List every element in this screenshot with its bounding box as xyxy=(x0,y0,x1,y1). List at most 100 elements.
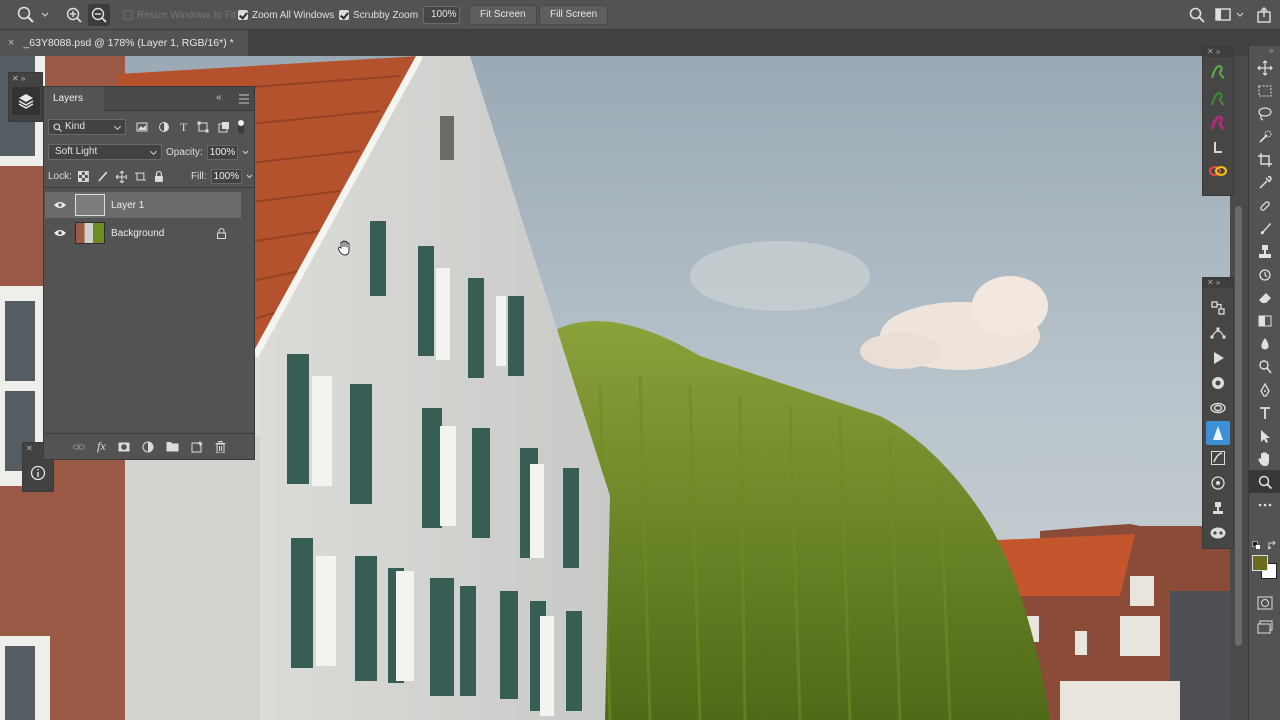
document-title: _63Y8088.psd @ 178% (Layer 1, RGB/16*) * xyxy=(23,37,234,49)
panel-grip[interactable]: ✕ » xyxy=(1203,278,1233,288)
tool-move[interactable] xyxy=(1249,56,1280,79)
filter-pixel-icon[interactable] xyxy=(136,121,148,133)
zoom-out-button[interactable] xyxy=(88,0,110,30)
tool-healing-brush[interactable] xyxy=(1249,194,1280,217)
tool-path-select[interactable] xyxy=(1249,424,1280,447)
share-button[interactable] xyxy=(1256,0,1272,30)
layers-tab[interactable]: Layers xyxy=(44,87,104,111)
add-mask-icon[interactable] xyxy=(118,441,130,453)
zoom-in-button[interactable] xyxy=(64,0,84,30)
resize-windows-checkbox[interactable]: Resize Windows to Fit xyxy=(123,10,236,21)
move-icon xyxy=(1257,59,1273,76)
properties-panel-button[interactable] xyxy=(1206,421,1230,445)
color-swatches xyxy=(1249,541,1280,586)
tool-clone-stamp[interactable] xyxy=(1249,240,1280,263)
fit-screen-button[interactable]: Fit Screen xyxy=(469,5,537,25)
tool-dodge[interactable] xyxy=(1249,355,1280,378)
info-panel-toggle[interactable] xyxy=(26,461,50,485)
tool-eraser[interactable] xyxy=(1249,286,1280,309)
layer-filter-row: Kind T xyxy=(44,116,254,138)
tool-crop[interactable] xyxy=(1249,148,1280,171)
screen-mode-icon[interactable] xyxy=(1257,620,1273,634)
search-button[interactable] xyxy=(1188,0,1206,30)
foreground-color-swatch[interactable] xyxy=(1252,555,1268,571)
filter-shape-icon[interactable] xyxy=(197,121,209,133)
layer-row-background[interactable]: Background xyxy=(45,220,241,246)
close-tab-icon[interactable]: × xyxy=(8,37,14,49)
link-layers-icon[interactable] xyxy=(73,441,85,453)
panel-menu-icon[interactable] xyxy=(238,94,250,104)
lock-transparent-icon[interactable] xyxy=(77,171,89,182)
scrubby-zoom-checkbox[interactable]: Scrubby Zoom xyxy=(339,10,418,21)
clone-source-button[interactable] xyxy=(1206,496,1230,520)
actions-panel-button[interactable] xyxy=(1206,346,1230,370)
lock-artboard-icon[interactable] xyxy=(135,171,147,182)
libraries-panel-button[interactable] xyxy=(1206,296,1230,320)
channels-panel-button[interactable] xyxy=(1206,396,1230,420)
options-bar: Resize Windows to Fit Zoom All Windows S… xyxy=(0,0,1280,30)
chevron-down-icon[interactable] xyxy=(241,148,250,157)
blend-mode-select[interactable]: Soft Light xyxy=(48,144,162,160)
fill-field[interactable]: 100% xyxy=(210,169,243,184)
layer-row-layer-1[interactable]: Layer 1 xyxy=(45,192,241,218)
chevron-down-icon[interactable] xyxy=(245,172,254,181)
lock-position-icon[interactable] xyxy=(115,170,128,183)
paths-panel-button[interactable] xyxy=(1206,321,1230,345)
zoom-percent-field[interactable]: 100% xyxy=(423,6,460,24)
tool-quick-select[interactable] xyxy=(1249,125,1280,148)
tool-lasso[interactable] xyxy=(1249,102,1280,125)
opacity-field[interactable]: 100% xyxy=(206,144,239,160)
adjustment-layer-icon[interactable] xyxy=(142,441,154,453)
marquee-icon xyxy=(1258,85,1272,96)
adjustments-panel-button[interactable] xyxy=(1206,471,1230,495)
tool-type[interactable] xyxy=(1249,401,1280,424)
document-tab[interactable]: × _63Y8088.psd @ 178% (Layer 1, RGB/16*)… xyxy=(0,30,248,56)
tool-blur[interactable] xyxy=(1249,332,1280,355)
filter-adjustment-icon[interactable] xyxy=(158,121,170,133)
collapse-panel-icon[interactable]: « xyxy=(216,92,222,103)
zoom-all-windows-checkbox[interactable]: Zoom All Windows xyxy=(238,10,334,21)
fx-icon[interactable]: fx xyxy=(97,439,106,454)
dock-close-icon[interactable]: ✕ » xyxy=(9,73,42,85)
filter-type-icon[interactable]: T xyxy=(180,120,187,135)
lock-all-icon[interactable] xyxy=(154,171,164,182)
brush-preset-5[interactable] xyxy=(1206,159,1230,183)
new-group-icon[interactable] xyxy=(166,441,179,452)
brush-settings-icon xyxy=(1211,451,1225,465)
tool-hand[interactable] xyxy=(1249,447,1280,470)
zoom-tool-preset[interactable] xyxy=(16,0,50,30)
swap-colors-icon[interactable] xyxy=(1268,541,1277,550)
brush-preset-2[interactable] xyxy=(1206,87,1230,111)
tools-grip[interactable]: » xyxy=(1249,46,1280,56)
filter-smartobject-icon[interactable] xyxy=(218,121,230,133)
tool-gradient[interactable] xyxy=(1249,309,1280,332)
tool-more-tools[interactable] xyxy=(1249,493,1280,516)
brush-settings-button[interactable] xyxy=(1206,446,1230,470)
visibility-eye-icon[interactable] xyxy=(53,201,67,209)
tool-pen[interactable] xyxy=(1249,378,1280,401)
tool-history-brush[interactable] xyxy=(1249,263,1280,286)
tool-zoom[interactable] xyxy=(1249,470,1280,493)
filter-toggle-switch[interactable] xyxy=(238,120,245,134)
layers-panel-toggle[interactable] xyxy=(11,87,40,115)
workspace-button[interactable] xyxy=(1214,0,1245,30)
brush-preset-3[interactable] xyxy=(1206,111,1230,135)
scrollbar-thumb[interactable] xyxy=(1235,206,1242,646)
filter-kind-select[interactable]: Kind xyxy=(48,119,126,135)
brush-preset-4[interactable] xyxy=(1206,135,1230,159)
quick-mask-icon[interactable] xyxy=(1257,596,1273,610)
visibility-eye-icon[interactable] xyxy=(53,229,67,237)
default-colors-icon[interactable] xyxy=(1252,541,1261,550)
tool-brush[interactable] xyxy=(1249,217,1280,240)
3d-panel-button[interactable] xyxy=(1206,521,1230,545)
color-panel-button[interactable] xyxy=(1206,371,1230,395)
fill-screen-button[interactable]: Fill Screen xyxy=(539,5,609,25)
panel-grip[interactable]: ✕ » xyxy=(1203,47,1233,57)
lock-pixels-icon[interactable] xyxy=(97,171,108,182)
new-layer-icon[interactable] xyxy=(191,440,203,453)
brush-preset-1[interactable] xyxy=(1206,60,1230,84)
brush-icon xyxy=(1260,222,1271,234)
tool-eyedropper[interactable] xyxy=(1249,171,1280,194)
tool-marquee[interactable] xyxy=(1249,79,1280,102)
delete-layer-icon[interactable] xyxy=(215,440,226,453)
